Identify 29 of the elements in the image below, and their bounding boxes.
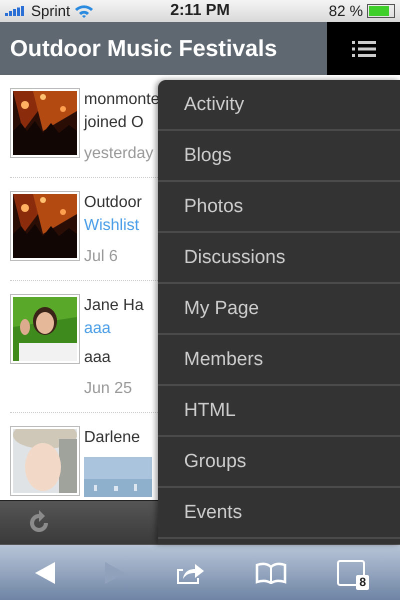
menu-item[interactable]: Members [158,335,400,386]
menu-icon [352,40,376,58]
activity-text: Outdoor [84,193,142,213]
activity-text: joined O [84,113,145,133]
activity-text: Jane Ha [84,296,144,316]
menu-item[interactable]: My Page [158,284,400,335]
menu-item[interactable]: Blogs [158,131,400,182]
menu-item[interactable]: Events [158,488,400,539]
menu-item[interactable]: Photos [158,182,400,233]
signal-icon [5,6,27,16]
menu-item[interactable]: HTML [158,386,400,437]
menu-item[interactable]: Discussions [158,233,400,284]
wifi-icon [74,4,94,18]
carrier-name: Sprint [31,2,70,20]
activity-date: Jul 6 [84,247,119,267]
post-text: aaa [84,348,112,368]
menu-item[interactable]: Groups [158,437,400,488]
menu-item[interactable]: Activity [158,80,400,131]
back-icon[interactable] [35,562,55,584]
menu-button[interactable] [327,22,400,75]
activity-text: monmonte [84,90,160,110]
battery-percent: 82 % [328,2,363,20]
bookmarks-icon[interactable] [255,562,287,584]
activity-text: Darlene [84,428,142,448]
activity-date: yesterday [84,144,154,164]
activity-date: Jun 25 [84,379,134,399]
clock-time: 2:11 PM [170,2,230,20]
battery-icon [367,4,395,18]
page-title: Outdoor Music Festivals [10,35,278,62]
